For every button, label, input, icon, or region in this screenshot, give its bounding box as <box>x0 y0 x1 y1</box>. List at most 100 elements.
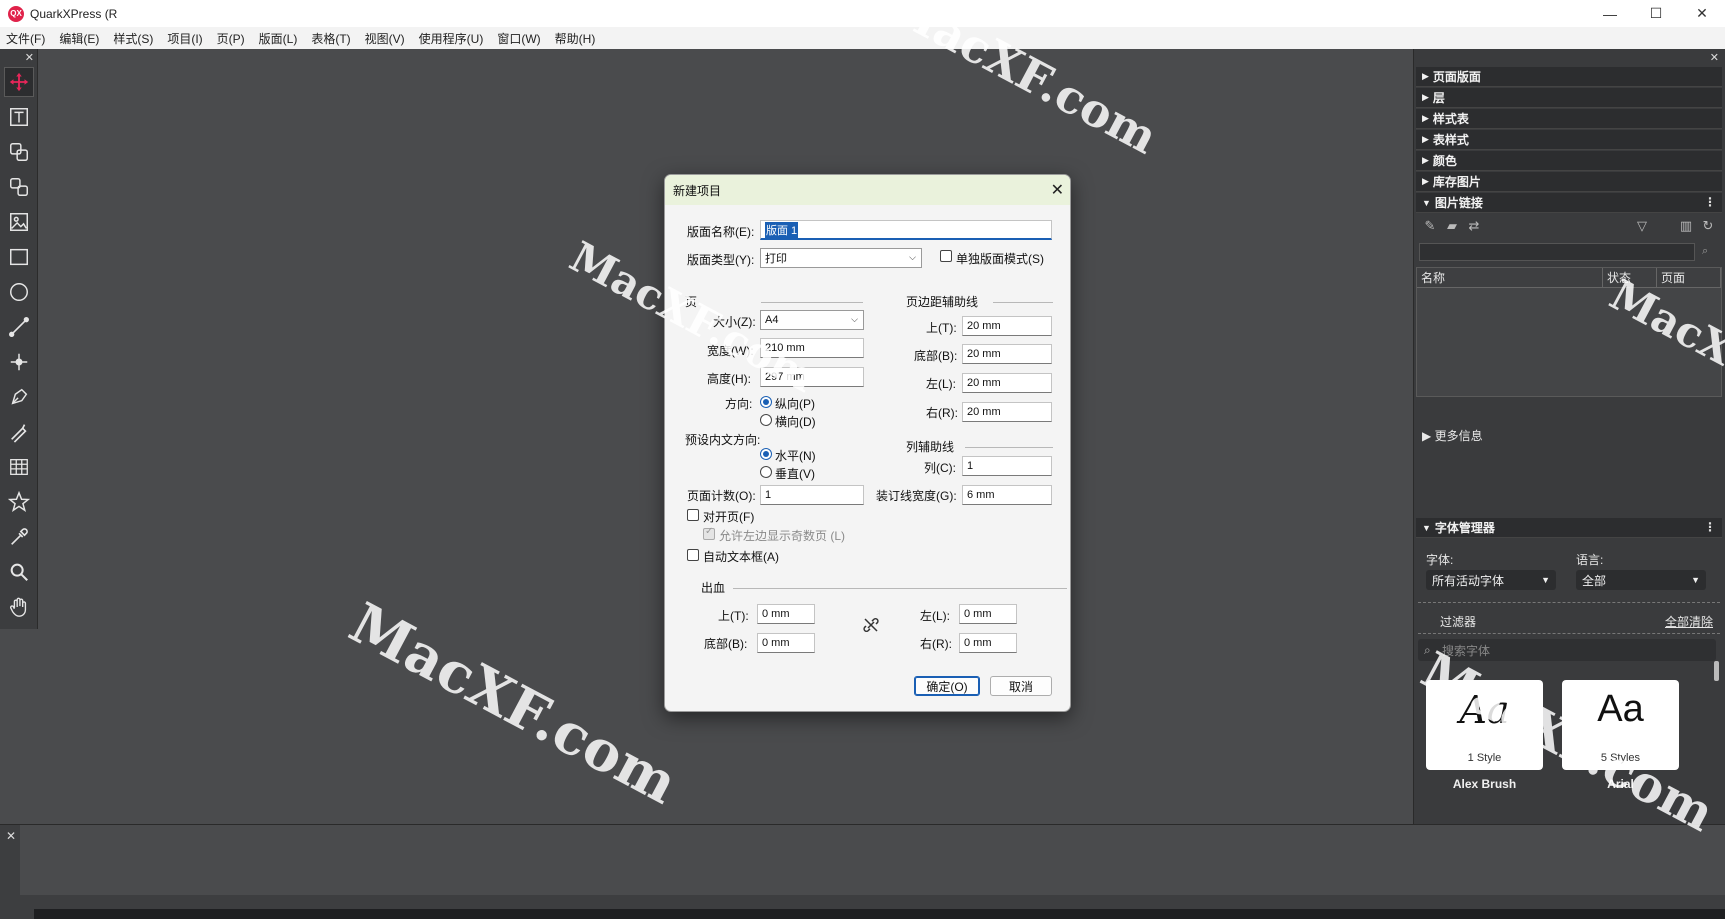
column-header-status[interactable]: 状态 <box>1603 268 1657 288</box>
bleed-right-input[interactable]: 0 mm <box>959 633 1017 653</box>
close-icon[interactable]: ✕ <box>25 51 34 64</box>
cancel-button[interactable]: 取消 <box>990 676 1052 696</box>
auto-text-box-checkbox[interactable] <box>687 549 699 561</box>
margin-right-input[interactable]: 20 mm <box>962 402 1052 422</box>
margin-bottom-input[interactable]: 20 mm <box>962 344 1052 364</box>
font-filter-select[interactable]: 所有活动字体 ▼ <box>1426 570 1556 590</box>
horizontal-radio[interactable] <box>760 448 772 460</box>
layout-type-select[interactable]: 打印 ⌵ <box>760 248 922 268</box>
picture-links-search-input[interactable] <box>1419 243 1695 261</box>
menu-table[interactable]: 表格(T) <box>311 30 350 47</box>
story-direction-label: 预设内文方向: <box>685 433 761 447</box>
margin-top-input[interactable]: 20 mm <box>962 316 1052 336</box>
bleed-bottom-input[interactable]: 0 mm <box>757 633 815 653</box>
filter-label[interactable]: 过滤器 <box>1440 613 1476 630</box>
bleed-top-input[interactable]: 0 mm <box>757 604 815 624</box>
ok-button[interactable]: 确定(O) <box>914 676 980 696</box>
panel-menu-icon[interactable]: ⋮ <box>1704 520 1716 534</box>
menu-utilities[interactable]: 使用程序(U) <box>419 30 484 47</box>
panel-page-layout[interactable]: ▶ 页面版面 <box>1416 67 1722 87</box>
menu-view[interactable]: 视图(V) <box>365 30 405 47</box>
chain-unlink-icon[interactable] <box>863 617 879 633</box>
menu-edit[interactable]: 编辑(E) <box>59 30 99 47</box>
close-icon[interactable]: ✕ <box>6 829 16 843</box>
text-linking-tool-icon[interactable] <box>4 137 34 167</box>
rectangle-box-tool-icon[interactable] <box>4 242 34 272</box>
menu-page[interactable]: 页(P) <box>217 30 245 47</box>
font-search-input[interactable]: ⌕ 搜索字体 <box>1418 639 1716 661</box>
facing-pages-checkbox[interactable] <box>687 509 699 521</box>
refresh-icon[interactable]: ↻ <box>1700 218 1716 234</box>
page-width-input[interactable]: 210 mm <box>760 338 864 358</box>
single-layout-mode-checkbox[interactable] <box>940 250 952 262</box>
panel-layers[interactable]: ▶ 层 <box>1416 88 1722 108</box>
landscape-radio[interactable] <box>760 414 772 426</box>
column-header-page[interactable]: 页面 <box>1657 268 1721 288</box>
oval-box-tool-icon[interactable] <box>4 277 34 307</box>
font-style-count: 1 Style <box>1467 752 1502 764</box>
hand-tool-icon[interactable] <box>4 592 34 622</box>
line-tool-icon[interactable] <box>4 312 34 342</box>
relink-icon[interactable]: ⇄ <box>1466 218 1482 234</box>
picture-content-tool-icon[interactable] <box>4 207 34 237</box>
vertical-radio[interactable] <box>760 466 772 478</box>
freehand-tool-icon[interactable] <box>4 417 34 447</box>
folder-icon[interactable]: ▰ <box>1444 218 1460 234</box>
menu-style[interactable]: 样式(S) <box>113 30 153 47</box>
menu-layout[interactable]: 版面(L) <box>259 30 298 47</box>
page-count-input[interactable]: 1 <box>760 485 864 505</box>
layout-name-label: 版面名称(E): <box>687 225 755 239</box>
font-sample: Aa <box>1459 688 1510 732</box>
horizontal-scrollbar[interactable] <box>34 909 1725 919</box>
page-size-select[interactable]: A4 ⌵ <box>760 310 864 330</box>
picture-links-table[interactable]: 名称 状态 页面 <box>1416 267 1722 397</box>
margin-left-input[interactable]: 20 mm <box>962 373 1052 393</box>
menu-item[interactable]: 项目(I) <box>167 30 202 47</box>
eyedropper-tool-icon[interactable] <box>4 522 34 552</box>
bezier-tool-icon[interactable] <box>4 347 34 377</box>
menu-bar: 文件(F) 编辑(E) 样式(S) 项目(I) 页(P) 版面(L) 表格(T)… <box>0 27 1725 49</box>
menu-window[interactable]: 窗口(W) <box>497 30 540 47</box>
table-tool-icon[interactable] <box>4 452 34 482</box>
maximize-button[interactable]: ☐ <box>1633 0 1679 27</box>
star-tool-icon[interactable] <box>4 487 34 517</box>
menu-help[interactable]: 帮助(H) <box>555 30 596 47</box>
zoom-tool-icon[interactable] <box>4 557 34 587</box>
pen-tool-icon[interactable] <box>4 382 34 412</box>
font-card-alex-brush[interactable]: Aa 1 Style <box>1426 680 1543 770</box>
filter-icon[interactable]: ▽ <box>1634 218 1650 234</box>
columns-icon[interactable]: ▥ <box>1678 218 1694 234</box>
bleed-left-input[interactable]: 0 mm <box>959 604 1017 624</box>
page-height-input[interactable]: 297 mm <box>760 367 864 387</box>
margin-left-label: 左(L): <box>926 377 957 391</box>
text-content-tool-icon[interactable] <box>4 102 34 132</box>
close-icon[interactable]: ✕ <box>1710 51 1719 64</box>
columns-input[interactable]: 1 <box>962 456 1052 476</box>
more-info-toggle[interactable]: ▶ 更多信息 <box>1422 427 1483 444</box>
close-icon[interactable]: ✕ <box>1051 180 1064 200</box>
panel-colors[interactable]: ▶ 颜色 <box>1416 151 1722 171</box>
layout-name-input[interactable]: 版面 1 <box>760 220 1052 240</box>
language-select[interactable]: 全部 ▼ <box>1576 570 1706 590</box>
clear-all-link[interactable]: 全部清除 <box>1665 613 1713 630</box>
font-card-arial[interactable]: Aa 5 Styles <box>1562 680 1679 770</box>
close-window-button[interactable]: ✕ <box>1679 0 1725 27</box>
column-header-name[interactable]: 名称 <box>1417 268 1603 288</box>
gutter-width-input[interactable]: 6 mm <box>962 485 1052 505</box>
panel-picture-links[interactable]: ▼ 图片链接 ⋮ <box>1416 193 1722 213</box>
new-project-dialog: 新建项目 ✕ 版面名称(E): 版面 1 版面类型(Y): 打印 ⌵ 单独版面模式… <box>664 174 1071 712</box>
edit-icon[interactable]: ✎ <box>1422 218 1438 234</box>
panel-font-manager[interactable]: ▼ 字体管理器 ⋮ <box>1416 518 1722 538</box>
panel-style-sheets[interactable]: ▶ 样式表 <box>1416 109 1722 129</box>
font-list-scrollbar[interactable] <box>1714 661 1719 681</box>
portrait-radio[interactable] <box>760 396 772 408</box>
panel-table-styles[interactable]: ▶ 表样式 <box>1416 130 1722 150</box>
move-tool-icon[interactable] <box>4 67 34 97</box>
panel-menu-icon[interactable]: ⋮ <box>1704 195 1716 209</box>
panel-stock-images[interactable]: ▶ 库存图片 <box>1416 172 1722 192</box>
minimize-button[interactable]: — <box>1587 0 1633 27</box>
text-unlinking-tool-icon[interactable] <box>4 172 34 202</box>
margin-bottom-label: 底部(B): <box>914 349 958 363</box>
page-section-heading: 页 <box>685 295 698 309</box>
menu-file[interactable]: 文件(F) <box>6 30 45 47</box>
